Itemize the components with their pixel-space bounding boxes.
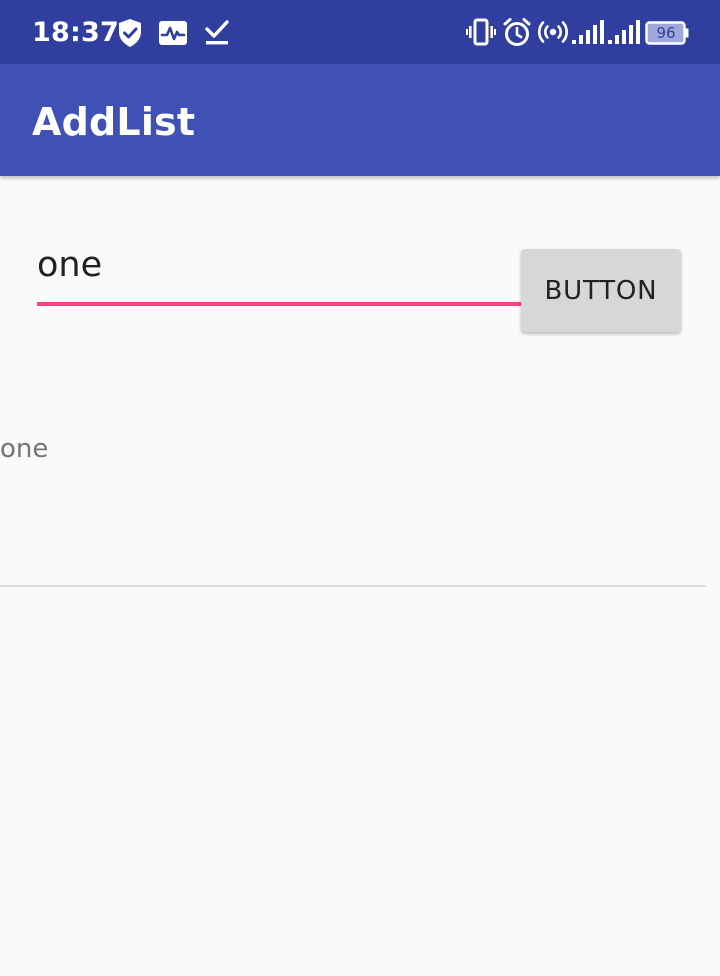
download-done-icon xyxy=(204,18,230,51)
add-button[interactable]: Button xyxy=(521,249,681,332)
list-divider xyxy=(0,585,706,587)
signal-icon xyxy=(608,19,640,50)
status-time: 18:37 xyxy=(32,17,119,48)
hotspot-icon xyxy=(538,20,568,49)
signal-icon xyxy=(572,19,604,50)
battery-icon: 96 xyxy=(645,21,689,45)
app-title: AddList xyxy=(32,100,196,144)
item-input[interactable] xyxy=(37,240,521,306)
app-bar: AddList xyxy=(0,64,720,176)
status-bar: 18:37 96 xyxy=(0,0,720,64)
activity-monitor-icon xyxy=(158,20,188,51)
alarm-icon xyxy=(502,17,532,52)
shield-check-icon xyxy=(117,18,143,53)
battery-level: 96 xyxy=(656,24,676,42)
vibrate-icon xyxy=(466,18,496,51)
list-item-label: one xyxy=(0,434,49,464)
